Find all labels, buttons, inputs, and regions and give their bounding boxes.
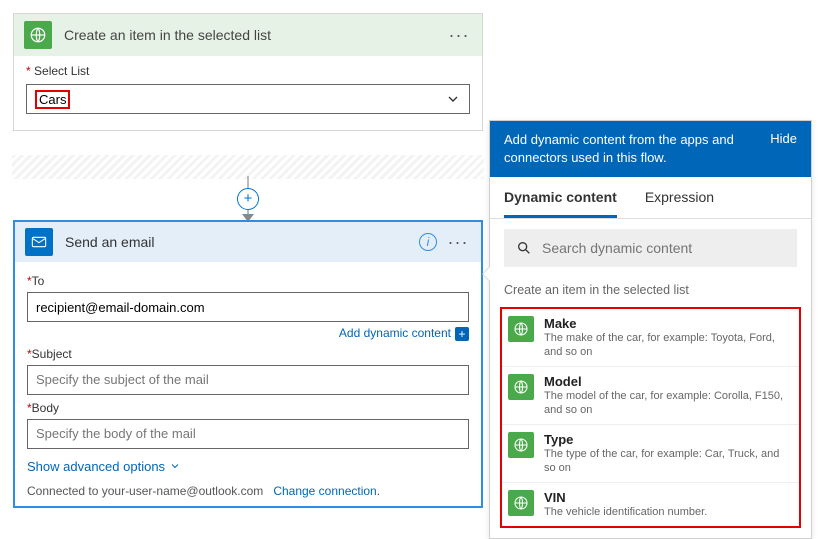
chevron-down-icon (445, 91, 461, 107)
dynamic-item-name: Make (544, 316, 793, 331)
select-list-dropdown[interactable]: Cars (26, 84, 470, 114)
select-list-label: * Select List (26, 64, 470, 78)
globe-grid-icon (508, 374, 534, 400)
dynamic-item-name: Model (544, 374, 793, 389)
send-email-card-title: Send an email (65, 234, 419, 250)
select-list-value: Cars (35, 90, 445, 109)
info-icon[interactable]: i (419, 233, 437, 251)
globe-grid-icon (508, 432, 534, 458)
outlook-icon (25, 228, 53, 256)
plus-icon: + (455, 327, 469, 341)
card-menu-button[interactable]: ··· (445, 232, 471, 253)
card-menu-button[interactable]: ··· (446, 25, 472, 46)
tab-expression[interactable]: Expression (645, 177, 714, 218)
globe-grid-icon (508, 490, 534, 516)
body-input[interactable] (27, 419, 469, 449)
dynamic-item-make[interactable]: MakeThe make of the car, for example: To… (502, 309, 799, 367)
create-item-card-title: Create an item in the selected list (64, 27, 446, 43)
dynamic-item-type[interactable]: TypeThe type of the car, for example: Ca… (502, 425, 799, 483)
search-input[interactable] (542, 240, 785, 256)
dynamic-item-model[interactable]: ModelThe model of the car, for example: … (502, 367, 799, 425)
to-label: *To (27, 274, 469, 288)
globe-grid-icon (508, 316, 534, 342)
create-item-card: Create an item in the selected list ··· … (13, 13, 483, 131)
create-item-card-body: * Select List Cars (14, 56, 482, 130)
add-step-button[interactable]: + (237, 188, 259, 210)
panel-tabs: Dynamic content Expression (490, 177, 811, 219)
dynamic-item-desc: The model of the car, for example: Corol… (544, 389, 793, 417)
send-email-card-body: *To Add dynamic content+ *Subject *Body … (15, 262, 481, 506)
send-email-card: Send an email i ··· *To Add dynamic cont… (13, 220, 483, 508)
body-label: *Body (27, 401, 469, 415)
search-icon (516, 240, 532, 256)
panel-section-title: Create an item in the selected list (490, 277, 811, 307)
dynamic-item-vin[interactable]: VINThe vehicle identification number. (502, 483, 799, 526)
globe-grid-icon (24, 21, 52, 49)
chevron-down-icon (169, 460, 181, 472)
dynamic-item-desc: The vehicle identification number. (544, 505, 707, 519)
create-item-card-header[interactable]: Create an item in the selected list ··· (14, 14, 482, 56)
show-advanced-options-link[interactable]: Show advanced options (27, 459, 181, 474)
to-input[interactable] (27, 292, 469, 322)
dynamic-item-name: VIN (544, 490, 707, 505)
subject-label: *Subject (27, 347, 469, 361)
tab-dynamic-content[interactable]: Dynamic content (504, 177, 617, 218)
send-email-card-header[interactable]: Send an email i ··· (15, 222, 481, 262)
panel-header: Add dynamic content from the apps and co… (490, 121, 811, 177)
change-connection-link[interactable]: Change connection (273, 484, 376, 498)
add-dynamic-content-link[interactable]: Add dynamic content+ (27, 326, 469, 341)
hide-panel-link[interactable]: Hide (770, 131, 797, 146)
dynamic-item-desc: The make of the car, for example: Toyota… (544, 331, 793, 359)
dynamic-items-list: MakeThe make of the car, for example: To… (500, 307, 801, 528)
subject-input[interactable] (27, 365, 469, 395)
search-box[interactable] (504, 229, 797, 267)
panel-header-text: Add dynamic content from the apps and co… (504, 131, 770, 167)
connection-info: Connected to your-user-name@outlook.com … (27, 484, 469, 498)
dynamic-content-panel: Add dynamic content from the apps and co… (489, 120, 812, 539)
dynamic-item-desc: The type of the car, for example: Car, T… (544, 447, 793, 475)
dynamic-item-name: Type (544, 432, 793, 447)
